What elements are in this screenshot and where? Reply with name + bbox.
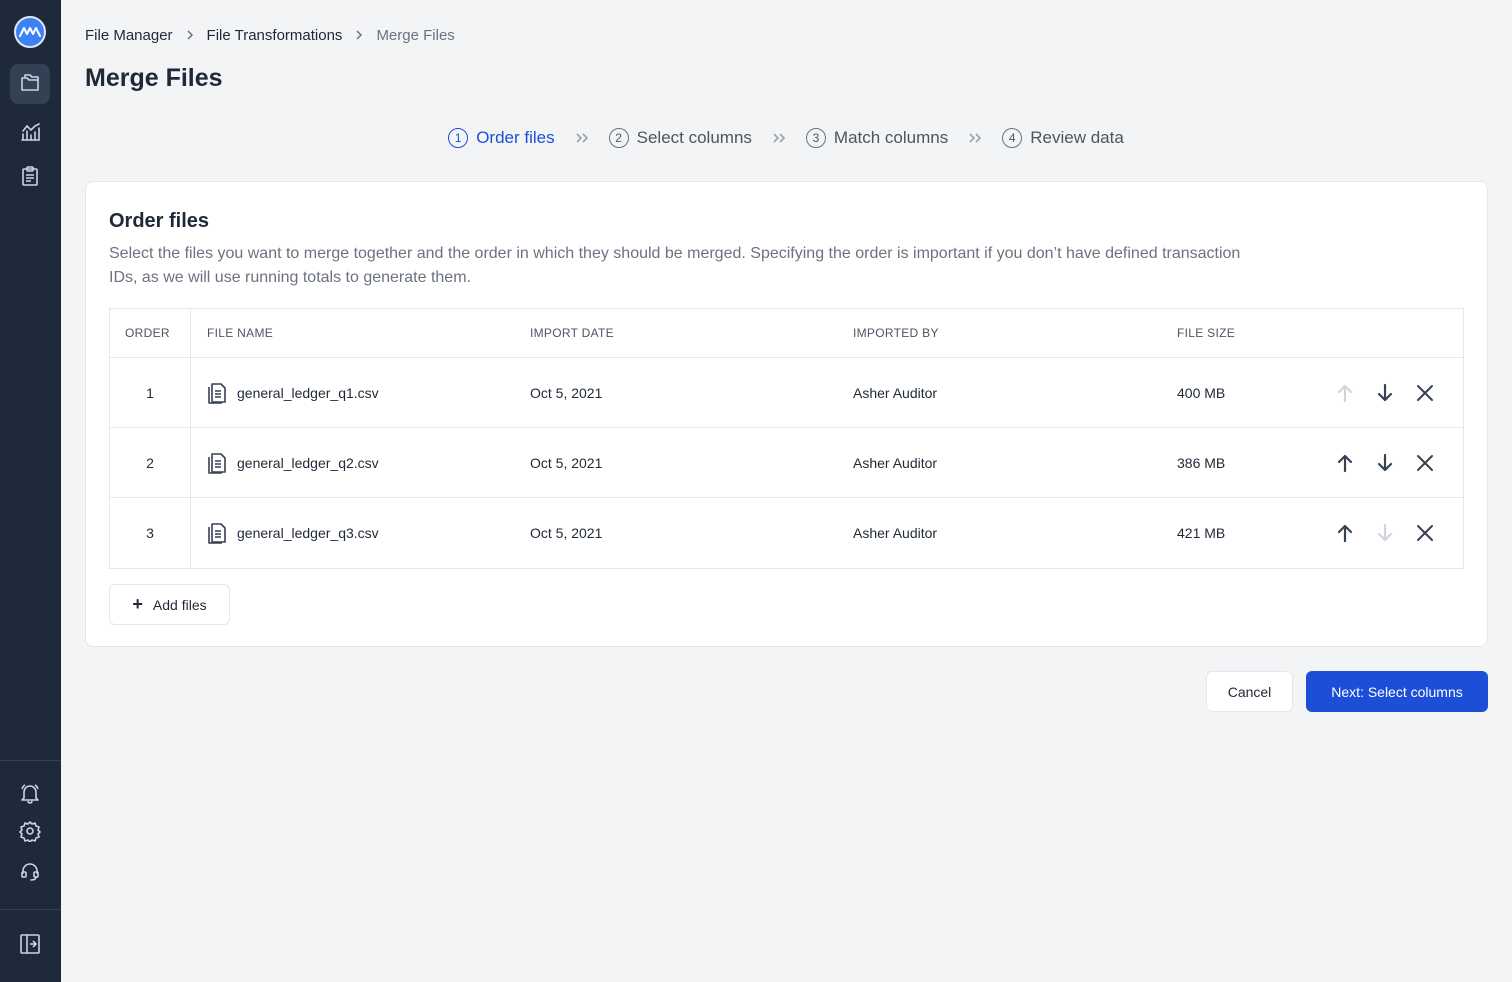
step-number: 4 — [1002, 128, 1023, 148]
plus-icon: + — [132, 594, 143, 614]
row-order: 2 — [110, 428, 191, 497]
step-number: 2 — [608, 128, 629, 148]
remove-icon[interactable] — [1405, 375, 1445, 411]
step-match-columns[interactable]: 3 Match columns — [805, 128, 949, 148]
file-icon — [207, 522, 227, 544]
table-row: 1 general_ledger_q1.csv Oct 5, 2021 Ashe… — [110, 358, 1463, 428]
row-import-date: Oct 5, 2021 — [530, 384, 603, 401]
row-imported-by: Asher Auditor — [853, 384, 938, 401]
step-label: Review data — [1030, 128, 1124, 147]
step-label: Match columns — [833, 128, 949, 147]
table-row: 3 general_ledger_q3.csv Oct 5, 2021 Ashe… — [110, 498, 1463, 568]
step-label: Order files — [476, 128, 555, 147]
arrow-down-icon[interactable] — [1365, 515, 1405, 551]
arrow-up-icon[interactable] — [1325, 375, 1365, 411]
row-imported-by: Asher Auditor — [853, 454, 938, 471]
row-actions — [1292, 375, 1463, 411]
cancel-button[interactable]: Cancel — [1206, 671, 1293, 712]
file-name-text: general_ledger_q3.csv — [237, 525, 379, 541]
arrow-up-icon[interactable] — [1325, 445, 1365, 481]
row-import-date: Oct 5, 2021 — [530, 525, 603, 541]
row-actions — [1292, 445, 1463, 481]
sidebar-divider — [0, 760, 61, 761]
bell-icon — [19, 782, 41, 809]
row-file-size: 400 MB — [1177, 384, 1226, 401]
breadcrumb-file-transformations[interactable]: File Transformations — [207, 27, 343, 44]
sidebar-collapse-icon — [19, 933, 41, 960]
breadcrumb-merge-files: Merge Files — [376, 26, 455, 44]
row-file-size: 421 MB — [1177, 525, 1226, 541]
row-order: 3 — [110, 498, 191, 568]
header-file-size: FILE SIZE — [1177, 326, 1236, 340]
step-select-columns[interactable]: 2 Select columns — [608, 128, 752, 148]
gear-icon — [19, 820, 41, 847]
sidebar-collapse-button[interactable] — [10, 926, 50, 966]
file-name-text: general_ledger_q1.csv — [237, 384, 379, 401]
files-table: ORDER FILE NAME IMPORT DATE IMPORTED BY … — [109, 308, 1464, 569]
stepper: 1 Order files 2 Select columns 3 Match c… — [0, 128, 1512, 148]
headset-icon — [19, 860, 41, 887]
arrow-down-icon[interactable] — [1365, 445, 1405, 481]
file-name-text: general_ledger_q2.csv — [237, 454, 379, 471]
add-files-label: Add files — [152, 596, 207, 613]
remove-icon[interactable] — [1405, 515, 1445, 551]
file-icon — [207, 382, 227, 404]
header-imported-by: IMPORTED BY — [853, 326, 939, 340]
row-imported-by: Asher Auditor — [853, 525, 938, 541]
arrow-up-icon[interactable] — [1325, 515, 1365, 551]
sidebar-item-reports[interactable] — [10, 158, 50, 198]
row-actions — [1292, 515, 1463, 551]
chevron-right-icon — [355, 29, 363, 41]
step-number: 3 — [805, 128, 826, 148]
row-import-date: Oct 5, 2021 — [530, 454, 603, 471]
table-row: 2 general_ledger_q2.csv Oct 5, 2021 Ashe… — [110, 428, 1463, 498]
step-order-files[interactable]: 1 Order files — [448, 128, 555, 148]
file-icon — [207, 452, 227, 474]
row-file-name: general_ledger_q2.csv — [191, 452, 515, 474]
page-title: Merge Files — [85, 64, 223, 92]
sidebar-item-notifications[interactable] — [10, 775, 50, 815]
order-files-card: Order files Select the files you want to… — [85, 181, 1488, 647]
sidebar-item-file-manager[interactable] — [10, 64, 50, 104]
row-file-size: 386 MB — [1177, 454, 1226, 471]
arrow-down-icon[interactable] — [1365, 375, 1405, 411]
header-order: ORDER — [110, 309, 191, 357]
breadcrumb: File Manager File Transformations Merge … — [85, 26, 455, 44]
add-files-button[interactable]: + Add files — [109, 584, 230, 625]
sidebar-divider — [0, 909, 61, 910]
sidebar-item-support[interactable] — [10, 853, 50, 893]
remove-icon[interactable] — [1405, 445, 1445, 481]
step-review-data[interactable]: 4 Review data — [1002, 128, 1124, 148]
row-file-name: general_ledger_q1.csv — [191, 382, 515, 404]
table-header: ORDER FILE NAME IMPORT DATE IMPORTED BY … — [110, 309, 1463, 358]
next-select-columns-button[interactable]: Next: Select columns — [1306, 671, 1488, 712]
header-import-date: IMPORT DATE — [530, 326, 614, 340]
double-chevron-right-icon — [575, 132, 589, 144]
row-file-name: general_ledger_q3.csv — [191, 522, 515, 544]
row-order: 1 — [110, 358, 191, 427]
folders-icon — [19, 71, 41, 98]
header-file-name: FILE NAME — [207, 326, 274, 340]
double-chevron-right-icon — [772, 132, 786, 144]
card-title: Order files — [109, 210, 210, 232]
step-number: 1 — [448, 128, 469, 148]
logo-icon[interactable] — [14, 16, 46, 48]
chevron-right-icon — [186, 29, 194, 41]
clipboard-icon — [19, 165, 41, 192]
sidebar-item-settings[interactable] — [10, 813, 50, 853]
double-chevron-right-icon — [968, 132, 982, 144]
breadcrumb-file-manager[interactable]: File Manager — [85, 27, 173, 44]
step-label: Select columns — [636, 128, 752, 147]
card-description: Select the files you want to merge toget… — [109, 245, 1241, 286]
